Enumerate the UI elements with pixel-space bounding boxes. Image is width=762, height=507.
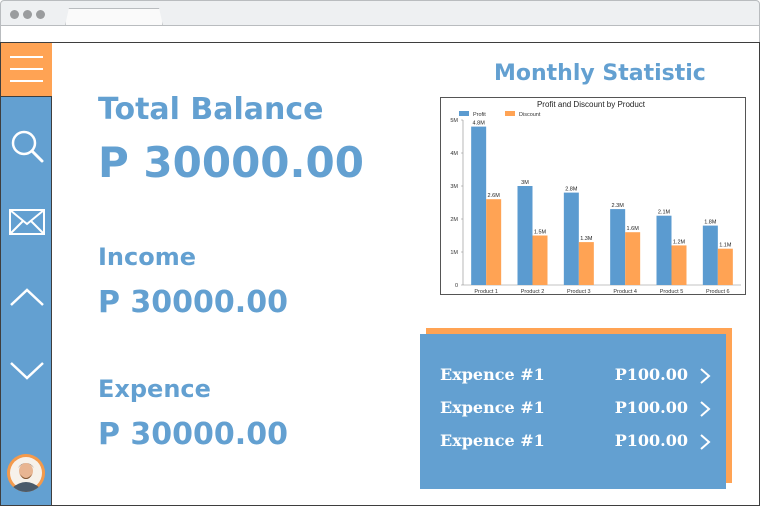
window-dot[interactable] xyxy=(10,10,19,19)
sidebar xyxy=(1,43,52,505)
chart-svg: Profit and Discount by Product Profit Disc… xyxy=(450,100,741,295)
expense-amount: P100.00 xyxy=(614,365,688,384)
browser-tab[interactable] xyxy=(65,8,163,26)
bar-value-label: 1.3M xyxy=(580,236,593,242)
chevron-right-icon[interactable] xyxy=(698,433,712,451)
bar-discount xyxy=(578,242,594,285)
bar-value-label: 1.1M xyxy=(719,243,732,249)
y-tick-label: 5M xyxy=(450,118,458,124)
profit-discount-chart: Profit and Discount by Product Profit Disc… xyxy=(440,97,746,295)
income-label: Income xyxy=(98,243,197,271)
expense-row[interactable]: Expence #1 P100.00 xyxy=(440,398,712,422)
income-value: P 30000.00 xyxy=(98,285,288,320)
x-tick-label: Product 5 xyxy=(660,289,684,294)
chart-title: Profit and Discount by Product xyxy=(537,100,646,109)
bar-discount xyxy=(486,199,502,285)
x-tick-label: Product 4 xyxy=(613,289,637,294)
expense-row[interactable]: Expence #1 P100.00 xyxy=(440,431,712,455)
scroll-up-button[interactable] xyxy=(1,287,52,307)
bar-value-label: 2.1M xyxy=(658,210,671,216)
bar-value-label: 3M xyxy=(521,180,529,186)
bar-discount xyxy=(717,248,733,285)
bar-value-label: 2.8M xyxy=(565,187,578,193)
x-tick-label: Product 6 xyxy=(706,289,730,294)
window-dot[interactable] xyxy=(36,10,45,19)
expense-name: Expence #1 xyxy=(440,365,545,384)
bar-discount xyxy=(532,235,548,285)
avatar[interactable] xyxy=(7,454,45,492)
x-tick-label: Product 3 xyxy=(567,289,591,294)
bar-discount xyxy=(625,232,641,285)
expense-amount: P100.00 xyxy=(614,431,688,450)
user-avatar-icon xyxy=(7,454,45,492)
legend-swatch xyxy=(459,111,469,116)
bar-profit xyxy=(702,225,718,285)
y-tick-label: 2M xyxy=(450,217,458,223)
x-tick-label: Product 1 xyxy=(474,289,498,294)
expense-name: Expence #1 xyxy=(440,398,545,417)
legend-label: Profit xyxy=(473,112,486,118)
mail-button[interactable] xyxy=(1,209,52,235)
expense-name: Expence #1 xyxy=(440,431,545,450)
bar-value-label: 1.5M xyxy=(534,230,547,236)
bar-profit xyxy=(471,126,487,285)
bar-discount xyxy=(671,245,687,285)
x-tick-label: Product 2 xyxy=(521,289,545,294)
expence-label: Expence xyxy=(98,375,211,403)
bar-value-label: 1.8M xyxy=(704,220,717,226)
y-tick-label: 1M xyxy=(450,250,458,256)
browser-chrome xyxy=(0,0,760,43)
legend-swatch xyxy=(505,111,515,116)
mail-icon xyxy=(8,209,45,235)
y-tick-label: 4M xyxy=(450,151,458,157)
y-tick-label: 0 xyxy=(455,283,458,289)
address-bar[interactable] xyxy=(1,25,759,43)
hamburger-icon xyxy=(10,68,43,70)
menu-button[interactable] xyxy=(1,43,52,97)
bar-value-label: 1.6M xyxy=(627,226,640,232)
hamburger-icon xyxy=(10,80,43,82)
scroll-down-button[interactable] xyxy=(1,361,52,381)
chevron-down-icon xyxy=(9,362,44,380)
chevron-right-icon[interactable] xyxy=(698,367,712,385)
search-icon xyxy=(11,130,43,163)
legend-label: Discount xyxy=(519,112,541,118)
search-button[interactable] xyxy=(1,128,52,164)
expence-value: P 30000.00 xyxy=(98,417,288,452)
total-balance-value: P 30000.00 xyxy=(98,138,364,187)
bar-profit xyxy=(517,186,533,285)
window-dot[interactable] xyxy=(23,10,32,19)
bar-value-label: 1.2M xyxy=(673,239,686,245)
expense-amount: P100.00 xyxy=(614,398,688,417)
y-tick-label: 3M xyxy=(450,184,458,190)
bar-value-label: 2.3M xyxy=(612,203,625,209)
monthly-statistic-title: Monthly Statistic xyxy=(494,61,706,86)
chevron-up-icon xyxy=(9,288,44,306)
bar-profit xyxy=(610,209,626,285)
expense-list-card: Expence #1 P100.00 Expence #1 P100.00 Ex… xyxy=(420,334,726,489)
window-controls xyxy=(10,10,45,19)
total-balance-label: Total Balance xyxy=(98,92,324,127)
bar-value-label: 4.8M xyxy=(473,121,486,127)
expense-row[interactable]: Expence #1 P100.00 xyxy=(440,365,712,389)
bar-profit xyxy=(656,215,672,285)
chevron-right-icon[interactable] xyxy=(698,400,712,418)
hamburger-icon xyxy=(10,56,43,58)
bar-value-label: 2.6M xyxy=(488,193,501,199)
bar-profit xyxy=(563,192,579,285)
